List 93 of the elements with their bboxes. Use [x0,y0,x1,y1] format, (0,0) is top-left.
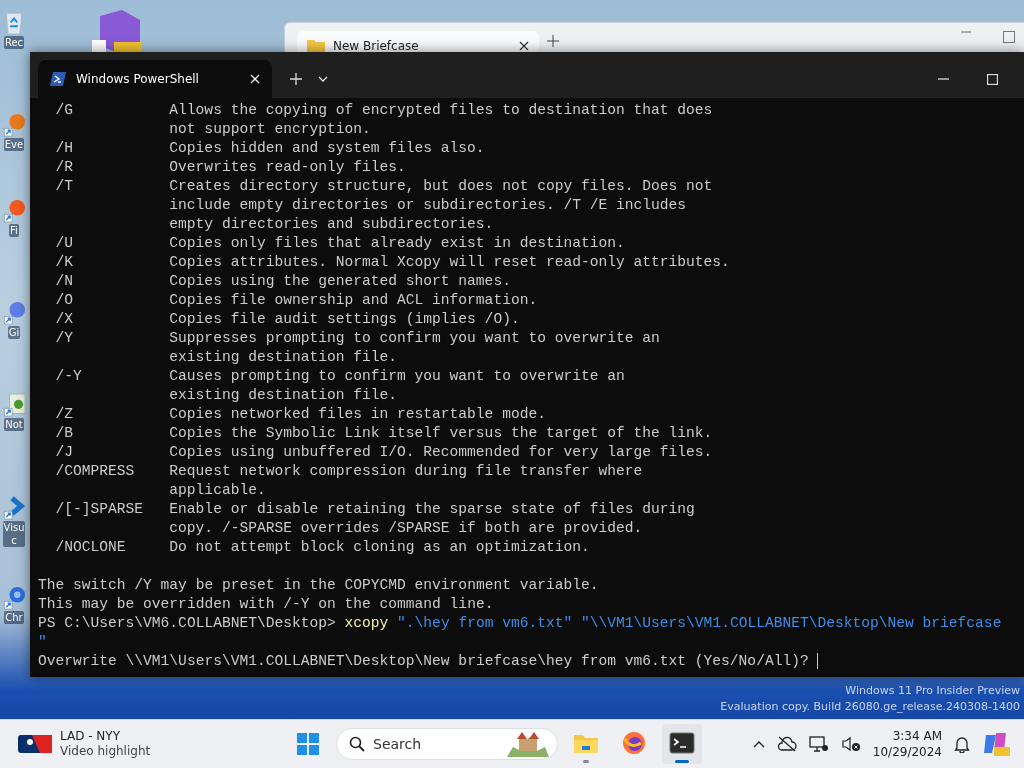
switch-name: /X [55,310,74,329]
switch-name: /-Y [55,367,83,386]
search-icon [349,736,365,752]
prompt-text: PS C:\Users\VM6.COLLABNET\Desktop> [38,615,336,631]
switch-description: include empty directories or subdirectories. /T /E includes [169,196,687,215]
switch-name: /K [55,253,74,272]
switch-name: /N [55,272,74,291]
output-line: The switch /Y may be preset in the COPYCMD environment variable. [38,576,599,595]
monitor-icon[interactable] [808,735,829,753]
cloud-off-icon[interactable] [776,736,797,752]
switch-description: Copies networked files in restartable mode. [169,405,546,424]
desktop-icon-label[interactable]: Fi [9,224,19,237]
app-shortcut-icon[interactable] [3,300,25,326]
plus-icon [290,73,302,85]
switch-description: Copies using the generated short names. [169,272,511,291]
output-line: This may be overridden with /-Y on the command line. [38,595,494,614]
castle-drawing [505,731,551,757]
copilot-icon[interactable] [982,731,1010,757]
chevron-shortcut-icon[interactable] [3,495,25,521]
switch-description: copy. /-SPARSE overrides /SPARSE if both are provided. [169,519,643,538]
plus-icon[interactable] [547,35,559,47]
switch-description: Copies hidden and system files also. [169,139,485,158]
desktop-icon-label[interactable]: Gi [7,326,21,339]
terminal-tab[interactable]: Windows PowerShell [38,60,272,98]
notepad-shortcut-icon[interactable] [3,392,25,418]
text-cursor [817,653,819,670]
app-shortcut-icon[interactable] [3,112,25,138]
chevron-down-icon [318,76,328,82]
switch-description: Enable or disable retaining the sparse state of files during [169,500,695,519]
argument-text: "\\VM1\Users\VM1.COLLABNET\Desktop\New briefcase [581,615,1002,631]
widget-subtitle[interactable]: Video highlight [60,744,151,759]
powershell-icon [50,72,66,86]
switch-name: /U [55,234,74,253]
watermark-text: Windows 11 Pro Insider Preview [844,683,1020,699]
switch-name: /Y [55,329,74,348]
speaker-muted-icon[interactable] [840,736,861,752]
prompt-question: Overwrite \\VM1\Users\VM1.COLLABNET\Desktop\New briefcase\hey from vm6.txt (Yes/No/All)? [38,653,809,669]
switch-name: /NOCLONE [55,538,127,557]
search-field[interactable]: Search [336,728,558,760]
switch-description: Creates directory structure, but does not copy files. Does not [169,177,713,196]
switch-description: Copies file audit settings (implies /O). [169,310,520,329]
switch-description: not support encryption. [169,120,371,139]
switch-description: existing destination file. [169,386,398,405]
switch-name: /J [55,443,74,462]
close-icon[interactable] [519,41,529,51]
switch-description: empty directories and subdirectories. [169,215,494,234]
switch-description: Copies file ownership and ACL information. [169,291,538,310]
baseball-logo-icon[interactable] [18,735,52,753]
terminal-icon [669,731,695,757]
switch-name: /R [55,158,74,177]
bell-icon[interactable] [954,735,970,753]
switch-description: Causes prompting to confirm you want to overwrite an [169,367,625,386]
switch-name: /O [55,291,74,310]
switch-description: Allows the copying of encrypted files to destination that does [169,101,713,120]
switch-description: Copies attributes. Normal Xcopy will reset read-only attributes. [169,253,730,272]
switch-name: /G [55,101,74,120]
argument-text: ".\hey from vm6.txt" [397,615,573,631]
clock-time[interactable]: 3:34 AM [892,728,942,744]
switch-description: Copies only files that already exist in destination. [169,234,625,253]
maximize-icon[interactable] [1003,31,1015,43]
argument-text: " [38,633,47,652]
switch-name: /T [55,177,74,196]
minimize-icon [938,78,949,80]
maximize-icon [987,73,998,85]
desktop-icon-label[interactable]: Eve [3,138,25,151]
switch-description: Copies the Symbolic Link itself versus the target of the link. [169,424,713,443]
switch-description: applicable. [169,481,266,500]
switch-description: Request network compression during file transfer where [169,462,643,481]
desktop-icon-label[interactable]: Not [4,418,24,431]
switch-description: Overwrites read-only files. [169,158,406,177]
switch-description: Suppresses prompting to confirm you want to overwrite an [169,329,660,348]
desktop-icon-label[interactable]: Visu c [2,521,26,547]
switch-name: /COMPRESS [55,462,136,481]
switch-name: /H [55,139,74,158]
chevron-up-icon[interactable] [752,740,765,748]
desktop-icon-label[interactable]: Chr [4,611,24,624]
clock-date[interactable]: 10/29/2024 [872,744,942,760]
app-preview-icon[interactable] [92,10,144,54]
switch-name: /[-]SPARSE [55,500,145,519]
switch-description: Do not attempt block cloning as an optimization. [169,538,590,557]
recycle-bin-icon[interactable] [3,10,25,36]
switch-description: existing destination file. [169,348,398,367]
app-shortcut-icon[interactable] [3,198,25,224]
desktop-icon-label[interactable]: Rec [3,36,25,49]
switch-name: /Z [55,405,74,424]
watermark-text: Evaluation copy. Build 26080.ge_release.240308-1400 [720,699,1020,715]
switch-description: Copies using unbuffered I/O. Recommended for very large files. [169,443,713,462]
browser-shortcut-icon[interactable] [3,585,25,611]
switch-name: /B [55,424,74,443]
widget-title[interactable]: LAD - NYY [60,729,151,744]
taskbar-app-button[interactable] [662,724,702,764]
command-text: xcopy [344,615,389,631]
windows-logo-icon [297,733,319,755]
